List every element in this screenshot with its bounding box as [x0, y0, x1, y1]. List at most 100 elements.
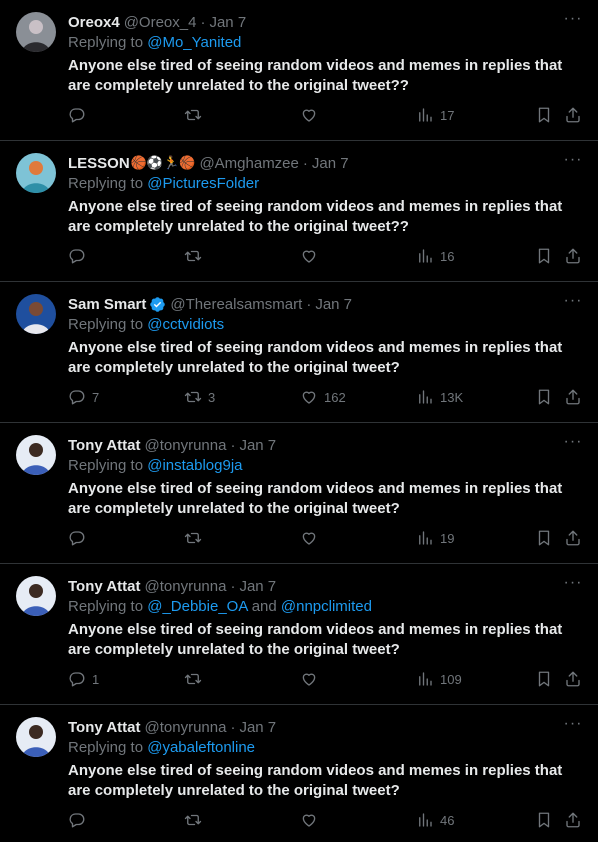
reply-count: 1	[92, 671, 100, 687]
views-button[interactable]: 109	[416, 669, 462, 689]
reply-button[interactable]: 1	[68, 669, 99, 689]
display-name[interactable]: Tony Attat	[68, 578, 141, 595]
share-button[interactable]	[564, 387, 582, 407]
tweet[interactable]: Oreox4 @Oreox_4 · Jan 7 ··· Replying to …	[0, 0, 598, 141]
replying-to-link[interactable]: @PicturesFolder	[147, 175, 259, 192]
bookmark-button[interactable]	[535, 810, 553, 830]
replying-to-link-2[interactable]: @nnpclimited	[281, 598, 372, 615]
user-handle[interactable]: @tonyrunna	[145, 719, 227, 736]
share-button[interactable]	[564, 810, 582, 830]
user-handle[interactable]: @tonyrunna	[145, 437, 227, 454]
display-name[interactable]: Oreox4	[68, 14, 120, 31]
separator-dot: ·	[306, 295, 312, 313]
avatar[interactable]	[16, 153, 56, 193]
replying-to-link[interactable]: @_Debbie_OA	[147, 598, 247, 615]
user-handle[interactable]: @Therealsamsmart	[170, 296, 302, 313]
bookmark-button[interactable]	[535, 246, 553, 266]
like-button[interactable]: 162	[300, 387, 346, 407]
tweet[interactable]: Tony Attat @tonyrunna · Jan 7 ··· Replyi…	[0, 423, 598, 564]
views-button[interactable]: 19	[416, 528, 454, 548]
avatar[interactable]	[16, 435, 56, 475]
replying-to-link[interactable]: @yabaleftonline	[147, 739, 255, 756]
like-button[interactable]	[300, 105, 324, 125]
like-button[interactable]	[300, 246, 324, 266]
reply-icon	[69, 390, 85, 405]
bookmark-button[interactable]	[535, 669, 553, 689]
retweet-icon	[184, 673, 202, 685]
like-count: 162	[324, 389, 346, 405]
like-button[interactable]	[300, 810, 324, 830]
retweet-button[interactable]	[184, 810, 208, 830]
retweet-button[interactable]	[184, 669, 208, 689]
tweet-date[interactable]: Jan 7	[209, 14, 246, 31]
tweet-date[interactable]: Jan 7	[312, 155, 349, 172]
reply-button[interactable]	[68, 246, 92, 266]
tweet-date[interactable]: Jan 7	[239, 437, 276, 454]
tweet[interactable]: Tony Attat @tonyrunna · Jan 7 ··· Replyi…	[0, 564, 598, 705]
views-button[interactable]: 17	[416, 105, 454, 125]
views-chart-icon	[419, 531, 432, 545]
tweet[interactable]: LESSON 🏀⚽🏃🏀 @Amghamzee · Jan 7 ··· Reply…	[0, 141, 598, 282]
like-button[interactable]	[300, 669, 324, 689]
view-count: 17	[440, 107, 455, 123]
avatar[interactable]	[16, 294, 56, 334]
replying-to-label: Replying to	[68, 457, 144, 474]
avatar[interactable]	[16, 12, 56, 52]
reply-button[interactable]	[68, 528, 92, 548]
more-options-icon[interactable]: ···	[562, 715, 584, 737]
more-options-icon[interactable]: ···	[562, 574, 584, 596]
tweet[interactable]: Sam Smart @Therealsamsmart · Jan 7 ··· R…	[0, 282, 598, 423]
views-button[interactable]: 46	[416, 810, 454, 830]
reply-button[interactable]: 7	[68, 387, 99, 407]
tweet-date[interactable]: Jan 7	[239, 578, 276, 595]
replying-and: and	[251, 598, 277, 615]
tweet[interactable]: Tony Attat @tonyrunna · Jan 7 ··· Replyi…	[0, 705, 598, 842]
retweet-icon	[184, 250, 202, 262]
replying-to-label: Replying to	[68, 316, 144, 333]
share-button[interactable]	[564, 669, 582, 689]
bookmark-button[interactable]	[535, 528, 553, 548]
display-name[interactable]: Tony Attat	[68, 719, 141, 736]
share-icon	[566, 530, 580, 546]
retweet-button[interactable]	[184, 246, 208, 266]
retweet-count: 3	[208, 389, 216, 405]
share-icon	[566, 671, 580, 687]
more-options-icon[interactable]: ···	[562, 151, 584, 173]
action-bar: 1 109	[68, 669, 582, 689]
user-handle[interactable]: @Amghamzee	[199, 155, 298, 172]
share-button[interactable]	[564, 528, 582, 548]
share-icon	[566, 389, 580, 405]
more-options-icon[interactable]: ···	[562, 292, 584, 314]
replying-to-link[interactable]: @instablog9ja	[147, 457, 242, 474]
display-name[interactable]: Sam Smart	[68, 296, 146, 313]
display-name[interactable]: Tony Attat	[68, 437, 141, 454]
tweet-date[interactable]: Jan 7	[239, 719, 276, 736]
views-button[interactable]: 16	[416, 246, 454, 266]
heart-icon	[302, 532, 316, 545]
avatar[interactable]	[16, 576, 56, 616]
retweet-icon	[184, 532, 202, 544]
like-button[interactable]	[300, 528, 324, 548]
tweet-date[interactable]: Jan 7	[315, 296, 352, 313]
avatar[interactable]	[16, 717, 56, 757]
retweet-button[interactable]: 3	[184, 387, 215, 407]
replying-to-link[interactable]: @cctvidiots	[147, 316, 224, 333]
reply-button[interactable]	[68, 810, 92, 830]
reply-button[interactable]	[68, 105, 92, 125]
more-options-icon[interactable]: ···	[562, 10, 584, 32]
reply-icon	[69, 813, 85, 828]
share-button[interactable]	[564, 246, 582, 266]
share-icon	[566, 107, 580, 123]
retweet-button[interactable]	[184, 105, 208, 125]
bookmark-button[interactable]	[535, 387, 553, 407]
display-name[interactable]: LESSON	[68, 155, 130, 172]
bookmark-button[interactable]	[535, 105, 553, 125]
user-handle[interactable]: @tonyrunna	[145, 578, 227, 595]
replying-to-link[interactable]: @Mo_Yanited	[147, 34, 241, 51]
views-button[interactable]: 13K	[416, 387, 463, 407]
share-button[interactable]	[564, 105, 582, 125]
more-options-icon[interactable]: ···	[562, 433, 584, 455]
separator-dot: ·	[230, 718, 236, 736]
user-handle[interactable]: @Oreox_4	[124, 14, 197, 31]
retweet-button[interactable]	[184, 528, 208, 548]
